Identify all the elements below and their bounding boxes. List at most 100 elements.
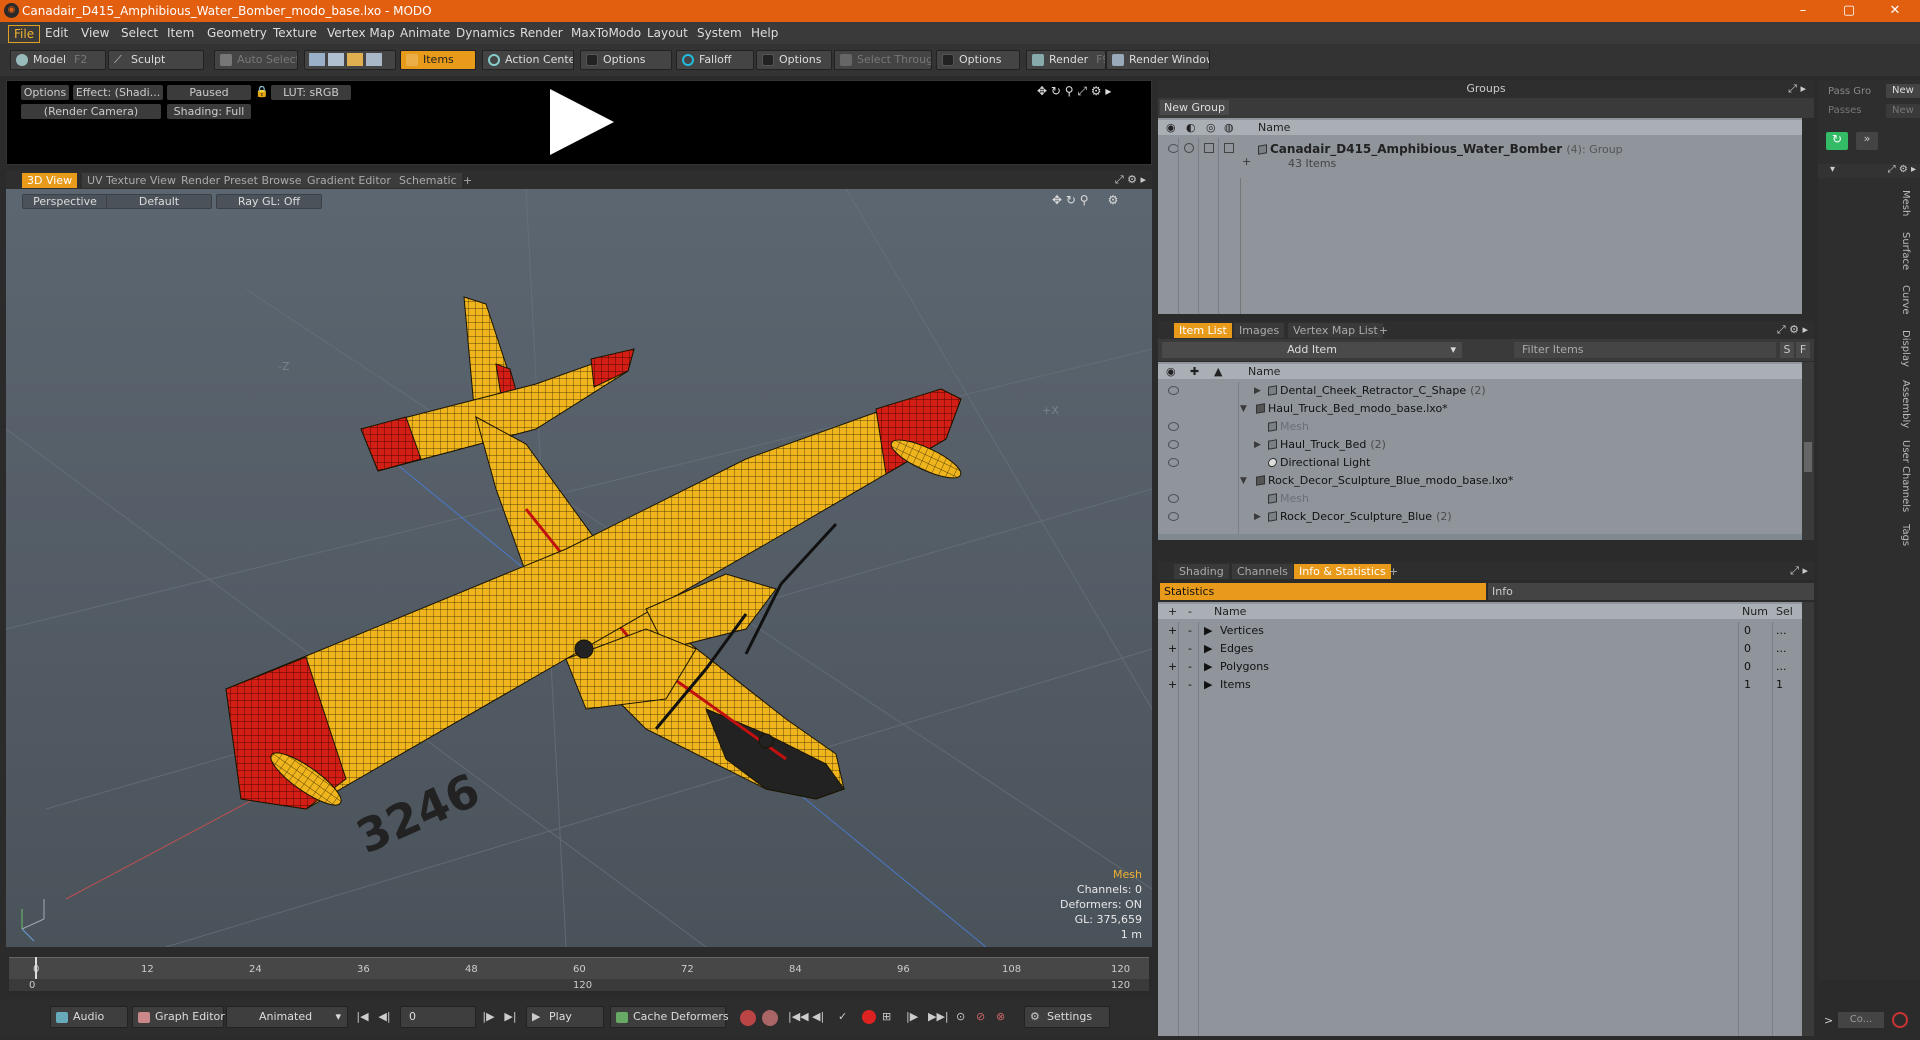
- play-button[interactable]: ▶ Play: [526, 1006, 604, 1028]
- tab-gradient-editor[interactable]: Gradient Editor: [302, 173, 396, 188]
- current-frame-field[interactable]: 0: [400, 1006, 476, 1028]
- graph-editor-button[interactable]: Graph Editor: [132, 1006, 225, 1028]
- chevron-down-icon[interactable]: ▼: [1240, 400, 1247, 418]
- group-row[interactable]: Canadair_D415_Amphibious_Water_Bomber (4…: [1158, 138, 1802, 178]
- add-view-tab-button[interactable]: +: [458, 173, 477, 188]
- timeline-ruler[interactable]: 0 12 24 36 48 60 72 84 96 108 120 0 120 …: [9, 957, 1149, 991]
- action-center-options-button[interactable]: Options: [580, 50, 672, 70]
- sculpt-mode-button[interactable]: ⟋ Sculpt: [108, 50, 204, 70]
- expand-row-icon[interactable]: +: [1168, 622, 1177, 640]
- materials-mode-icon[interactable]: [366, 53, 382, 66]
- side-tab-display[interactable]: Display: [1900, 330, 1911, 367]
- tab-item-list[interactable]: Item List: [1174, 323, 1232, 338]
- select-toggle-icon[interactable]: [1224, 143, 1234, 153]
- key-right-icon[interactable]: |▶: [906, 1010, 918, 1023]
- expand-row-icon[interactable]: +: [1168, 658, 1177, 676]
- menu-edit[interactable]: Edit: [40, 25, 73, 41]
- menu-dynamics[interactable]: Dynamics: [451, 25, 520, 41]
- render-camera-dropdown[interactable]: (Render Camera): [21, 104, 161, 119]
- timeline[interactable]: 0 12 24 36 48 60 72 84 96 108 120 0 120 …: [6, 953, 1152, 995]
- command-field[interactable]: Co...: [1838, 1012, 1884, 1028]
- edges-mode-icon[interactable]: [328, 53, 344, 66]
- tab-3d-view[interactable]: 3D View: [22, 173, 78, 188]
- menu-texture[interactable]: Texture: [268, 25, 322, 41]
- add-panel-tab-button[interactable]: +: [1384, 564, 1403, 579]
- side-tab-surface[interactable]: Surface: [1900, 232, 1911, 270]
- statistics-tab[interactable]: Statistics: [1160, 583, 1486, 600]
- list-item[interactable]: ▼ Haul_Truck_Bed_modo_base.lxo*: [1158, 400, 1802, 418]
- key-selected-icon[interactable]: [762, 1010, 778, 1026]
- collapse-all-icon[interactable]: -: [1188, 604, 1192, 619]
- tab-vertex-map-list[interactable]: Vertex Map List: [1288, 323, 1383, 338]
- collapse-row-icon[interactable]: -: [1188, 622, 1192, 640]
- preview-effect-dropdown[interactable]: Effect: (Shadi...: [73, 85, 163, 100]
- step-forward-icon[interactable]: |▶: [480, 1010, 497, 1025]
- tab-uv-texture-view[interactable]: UV Texture View: [82, 173, 181, 188]
- list-item[interactable]: ▶ Haul_Truck_Bed (2): [1158, 436, 1802, 454]
- list-item[interactable]: ▶ Rock_Decor_Sculpture_Blue (2): [1158, 508, 1802, 526]
- tab-info-statistics[interactable]: Info & Statistics: [1294, 564, 1391, 579]
- collapse-side-arrow[interactable]: >: [1824, 1014, 1833, 1027]
- next-key-icon[interactable]: ▶▶|: [928, 1010, 949, 1023]
- table-row[interactable]: + - ▶ Items 1 1: [1158, 676, 1802, 694]
- close-button[interactable]: ✕: [1872, 0, 1918, 22]
- maximize-button[interactable]: ▢: [1826, 0, 1872, 22]
- item-list-hscroll[interactable]: [1158, 534, 1802, 540]
- record-icon[interactable]: [862, 1010, 876, 1024]
- tab-images[interactable]: Images: [1234, 323, 1285, 338]
- menu-geometry[interactable]: Geometry: [202, 25, 272, 41]
- list-item[interactable]: ▼ Rock_Decor_Sculpture_Blue_modo_base.lxo…: [1158, 472, 1802, 490]
- audio-button[interactable]: Audio: [50, 1006, 128, 1028]
- menu-help[interactable]: Help: [746, 25, 783, 41]
- stats-scrollbar[interactable]: [1802, 602, 1814, 1036]
- side-tab-tags[interactable]: Tags: [1900, 524, 1911, 546]
- groups-expand-icon[interactable]: ⤢ ▸: [1788, 80, 1806, 98]
- render-button[interactable]: Render F9: [1026, 50, 1106, 70]
- stats-expand-icon[interactable]: ⤢ ▸: [1790, 562, 1808, 580]
- expand-all-icon[interactable]: +: [1168, 604, 1177, 619]
- preview-nav-icons[interactable]: ✥ ↻ ⚲ ⤢ ⚙ ▸: [1037, 84, 1111, 99]
- 3d-viewport[interactable]: Perspective Default Ray GL: Off ✥ ↻ ⚲ ⚙ …: [6, 189, 1152, 947]
- new-pass-button[interactable]: New: [1886, 104, 1920, 118]
- table-row[interactable]: + - ▶ Polygons 0...: [1158, 658, 1802, 676]
- side-tab-assembly[interactable]: Assembly: [1900, 380, 1911, 428]
- chevron-right-icon[interactable]: ▶: [1204, 658, 1212, 676]
- info-tab[interactable]: Info: [1488, 583, 1814, 600]
- play-preview-icon[interactable]: [550, 89, 614, 155]
- eye-icon[interactable]: [1168, 512, 1179, 521]
- refresh-icon[interactable]: ↻: [1826, 132, 1848, 150]
- item-list-scrollbar[interactable]: [1802, 362, 1814, 540]
- filter-items-input[interactable]: Filter Items: [1514, 342, 1776, 358]
- table-row[interactable]: + - ▶ Edges 0...: [1158, 640, 1802, 658]
- menu-file[interactable]: File: [8, 25, 41, 43]
- lock-icon[interactable]: 🔒: [255, 85, 269, 98]
- new-pass-group-button[interactable]: New: [1886, 84, 1920, 98]
- collapse-row-icon[interactable]: -: [1188, 640, 1192, 658]
- key-left-icon[interactable]: ◀|: [812, 1010, 824, 1023]
- minimize-button[interactable]: –: [1780, 0, 1826, 22]
- side-tab-mesh[interactable]: Mesh: [1900, 190, 1911, 216]
- go-to-start-icon[interactable]: |◀: [354, 1010, 371, 1025]
- key-clear-icon[interactable]: ⊗: [996, 1010, 1005, 1023]
- playhead[interactable]: [35, 957, 37, 979]
- key-curve-icon[interactable]: ✓: [838, 1010, 847, 1023]
- menu-item[interactable]: Item: [162, 25, 199, 41]
- eye-icon[interactable]: [1168, 440, 1179, 449]
- collapse-row-icon[interactable]: -: [1188, 676, 1192, 694]
- lut-dropdown[interactable]: LUT: sRGB: [271, 85, 351, 100]
- expand-row-icon[interactable]: +: [1168, 676, 1177, 694]
- tab-channels[interactable]: Channels: [1232, 564, 1293, 579]
- add-item-dropdown[interactable]: Add Item ▾: [1162, 342, 1462, 358]
- menu-system[interactable]: System: [692, 25, 747, 41]
- table-row[interactable]: + - ▶ Vertices 0...: [1158, 622, 1802, 640]
- prev-key-icon[interactable]: |◀◀: [788, 1010, 809, 1023]
- chevron-right-icon[interactable]: ▶: [1254, 436, 1261, 454]
- list-item[interactable]: Directional Light: [1158, 454, 1802, 472]
- cache-deformers-button[interactable]: Cache Deformers: [610, 1006, 729, 1028]
- chevron-right-icon[interactable]: ▶: [1204, 676, 1212, 694]
- select-through-button[interactable]: Select Through: [834, 50, 932, 70]
- auto-select-button[interactable]: Auto Select: [214, 50, 298, 70]
- select-through-options-button[interactable]: Options: [936, 50, 1020, 70]
- render-toggle-icon[interactable]: [1204, 143, 1214, 153]
- key-filter-icon[interactable]: ⊙: [956, 1010, 965, 1023]
